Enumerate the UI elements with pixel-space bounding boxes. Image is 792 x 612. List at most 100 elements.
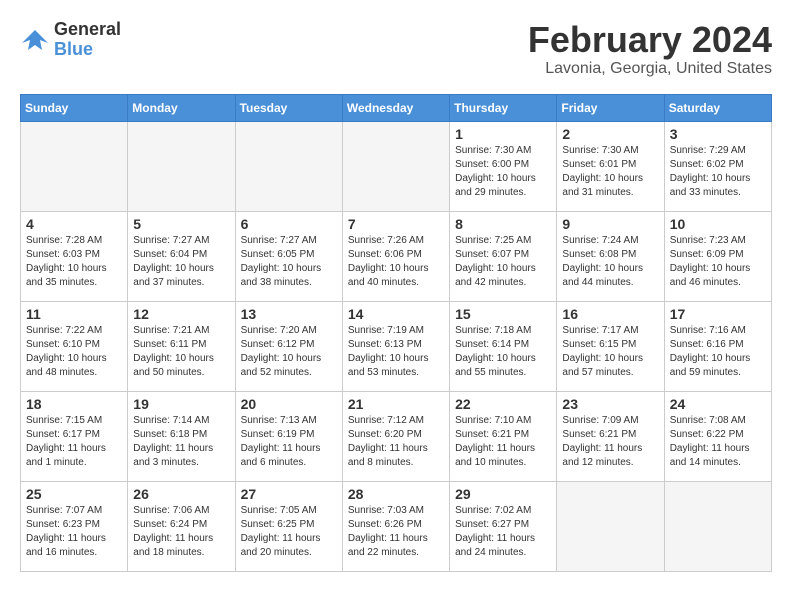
day-info: Sunrise: 7:26 AMSunset: 6:06 PMDaylight:… [348,234,444,290]
calendar-cell: 12 Sunrise: 7:21 AMSunset: 6:11 PMDayligh… [128,301,235,391]
day-info: Sunrise: 7:14 AMSunset: 6:18 PMDaylight:… [133,414,229,470]
calendar-cell: 11Sunrise: 7:22 AMSunset: 6:10 PMDayligh… [21,301,128,391]
day-info: Sunrise: 7:18 AMSunset: 6:14 PMDaylight:… [455,324,551,380]
day-info: Sunrise: 7:12 AMSunset: 6:20 PMDaylight:… [348,414,444,470]
calendar-cell: 17 Sunrise: 7:16 AMSunset: 6:16 PMDayligh… [664,301,771,391]
calendar-week-1: 1Sunrise: 7:30 AMSunset: 6:00 PMDaylight… [21,121,772,211]
day-info: Sunrise: 7:05 AMSunset: 6:25 PMDaylight:… [241,504,337,560]
day-info: Sunrise: 7:07 AMSunset: 6:23 PMDaylight:… [26,504,122,560]
day-number: 28 [348,486,444,502]
calendar-cell: 13Sunrise: 7:20 AMSunset: 6:12 PMDayligh… [235,301,342,391]
calendar-week-5: 25 Sunrise: 7:07 AMSunset: 6:23 PMDayligh… [21,481,772,571]
day-info: Sunrise: 7:30 AMSunset: 6:01 PMDaylight:… [562,144,658,200]
day-number: 17 [670,306,766,322]
day-info: Sunrise: 7:16 AMSunset: 6:16 PMDaylight:… [670,324,766,380]
calendar-week-2: 4 Sunrise: 7:28 AMSunset: 6:03 PMDaylight… [21,211,772,301]
logo-blue: Blue [54,40,121,60]
day-info: Sunrise: 7:10 AMSunset: 6:21 PMDaylight:… [455,414,551,470]
calendar-cell [235,121,342,211]
day-number: 4 [26,216,122,232]
calendar-cell [557,481,664,571]
calendar-week-4: 18 Sunrise: 7:15 AMSunset: 6:17 PMDayligh… [21,391,772,481]
calendar-cell: 26 Sunrise: 7:06 AMSunset: 6:24 PMDayligh… [128,481,235,571]
calendar-cell: 2Sunrise: 7:30 AMSunset: 6:01 PMDaylight… [557,121,664,211]
calendar-table: SundayMondayTuesdayWednesdayThursdayFrid… [20,94,772,572]
calendar-cell: 15 Sunrise: 7:18 AMSunset: 6:14 PMDayligh… [450,301,557,391]
day-number: 22 [455,396,551,412]
day-info: Sunrise: 7:03 AMSunset: 6:26 PMDaylight:… [348,504,444,560]
day-number: 10 [670,216,766,232]
header-monday: Monday [128,94,235,121]
day-info: Sunrise: 7:15 AMSunset: 6:17 PMDaylight:… [26,414,122,470]
day-number: 3 [670,126,766,142]
day-number: 29 [455,486,551,502]
header-saturday: Saturday [664,94,771,121]
day-number: 15 [455,306,551,322]
day-number: 9 [562,216,658,232]
calendar-cell: 16 Sunrise: 7:17 AMSunset: 6:15 PMDayligh… [557,301,664,391]
day-number: 27 [241,486,337,502]
calendar-cell: 20Sunrise: 7:13 AMSunset: 6:19 PMDayligh… [235,391,342,481]
calendar-cell: 1Sunrise: 7:30 AMSunset: 6:00 PMDaylight… [450,121,557,211]
day-info: Sunrise: 7:21 AMSunset: 6:11 PMDaylight:… [133,324,229,380]
day-number: 12 [133,306,229,322]
day-number: 5 [133,216,229,232]
header-tuesday: Tuesday [235,94,342,121]
calendar-cell: 23 Sunrise: 7:09 AMSunset: 6:21 PMDayligh… [557,391,664,481]
day-number: 16 [562,306,658,322]
calendar-cell: 25 Sunrise: 7:07 AMSunset: 6:23 PMDayligh… [21,481,128,571]
day-info: Sunrise: 7:09 AMSunset: 6:21 PMDaylight:… [562,414,658,470]
day-info: Sunrise: 7:23 AMSunset: 6:09 PMDaylight:… [670,234,766,290]
day-number: 1 [455,126,551,142]
day-number: 26 [133,486,229,502]
logo-bird-icon [20,25,50,55]
day-info: Sunrise: 7:08 AMSunset: 6:22 PMDaylight:… [670,414,766,470]
calendar-cell [342,121,449,211]
day-info: Sunrise: 7:17 AMSunset: 6:15 PMDaylight:… [562,324,658,380]
day-number: 11 [26,306,122,322]
logo: General Blue [20,20,121,60]
calendar-cell: 28 Sunrise: 7:03 AMSunset: 6:26 PMDayligh… [342,481,449,571]
day-number: 23 [562,396,658,412]
logo-text: General Blue [54,20,121,60]
location-title: Lavonia, Georgia, United States [528,60,772,78]
calendar-week-3: 11Sunrise: 7:22 AMSunset: 6:10 PMDayligh… [21,301,772,391]
calendar-cell: 27 Sunrise: 7:05 AMSunset: 6:25 PMDayligh… [235,481,342,571]
header-sunday: Sunday [21,94,128,121]
calendar-cell: 10 Sunrise: 7:23 AMSunset: 6:09 PMDayligh… [664,211,771,301]
day-info: Sunrise: 7:02 AMSunset: 6:27 PMDaylight:… [455,504,551,560]
logo-general: General [54,20,121,40]
day-number: 7 [348,216,444,232]
header-wednesday: Wednesday [342,94,449,121]
month-title: February 2024 [528,20,772,60]
day-number: 18 [26,396,122,412]
header-friday: Friday [557,94,664,121]
page-header: General Blue February 2024 Lavonia, Geor… [20,20,772,78]
day-number: 25 [26,486,122,502]
calendar-cell: 24 Sunrise: 7:08 AMSunset: 6:22 PMDayligh… [664,391,771,481]
day-info: Sunrise: 7:13 AMSunset: 6:19 PMDaylight:… [241,414,337,470]
calendar-cell: 18 Sunrise: 7:15 AMSunset: 6:17 PMDayligh… [21,391,128,481]
calendar-cell: 5 Sunrise: 7:27 AMSunset: 6:04 PMDaylight… [128,211,235,301]
header-thursday: Thursday [450,94,557,121]
calendar-cell: 7 Sunrise: 7:26 AMSunset: 6:06 PMDaylight… [342,211,449,301]
day-number: 13 [241,306,337,322]
calendar-cell: 29 Sunrise: 7:02 AMSunset: 6:27 PMDayligh… [450,481,557,571]
day-info: Sunrise: 7:24 AMSunset: 6:08 PMDaylight:… [562,234,658,290]
calendar-header-row: SundayMondayTuesdayWednesdayThursdayFrid… [21,94,772,121]
day-info: Sunrise: 7:29 AMSunset: 6:02 PMDaylight:… [670,144,766,200]
day-number: 8 [455,216,551,232]
calendar-cell: 19 Sunrise: 7:14 AMSunset: 6:18 PMDayligh… [128,391,235,481]
calendar-cell: 3 Sunrise: 7:29 AMSunset: 6:02 PMDaylight… [664,121,771,211]
calendar-cell [664,481,771,571]
day-number: 24 [670,396,766,412]
calendar-cell: 6Sunrise: 7:27 AMSunset: 6:05 PMDaylight… [235,211,342,301]
calendar-cell [128,121,235,211]
day-number: 21 [348,396,444,412]
day-info: Sunrise: 7:06 AMSunset: 6:24 PMDaylight:… [133,504,229,560]
calendar-cell: 14Sunrise: 7:19 AMSunset: 6:13 PMDayligh… [342,301,449,391]
day-info: Sunrise: 7:28 AMSunset: 6:03 PMDaylight:… [26,234,122,290]
day-info: Sunrise: 7:27 AMSunset: 6:04 PMDaylight:… [133,234,229,290]
day-number: 19 [133,396,229,412]
calendar-cell: 8Sunrise: 7:25 AMSunset: 6:07 PMDaylight… [450,211,557,301]
